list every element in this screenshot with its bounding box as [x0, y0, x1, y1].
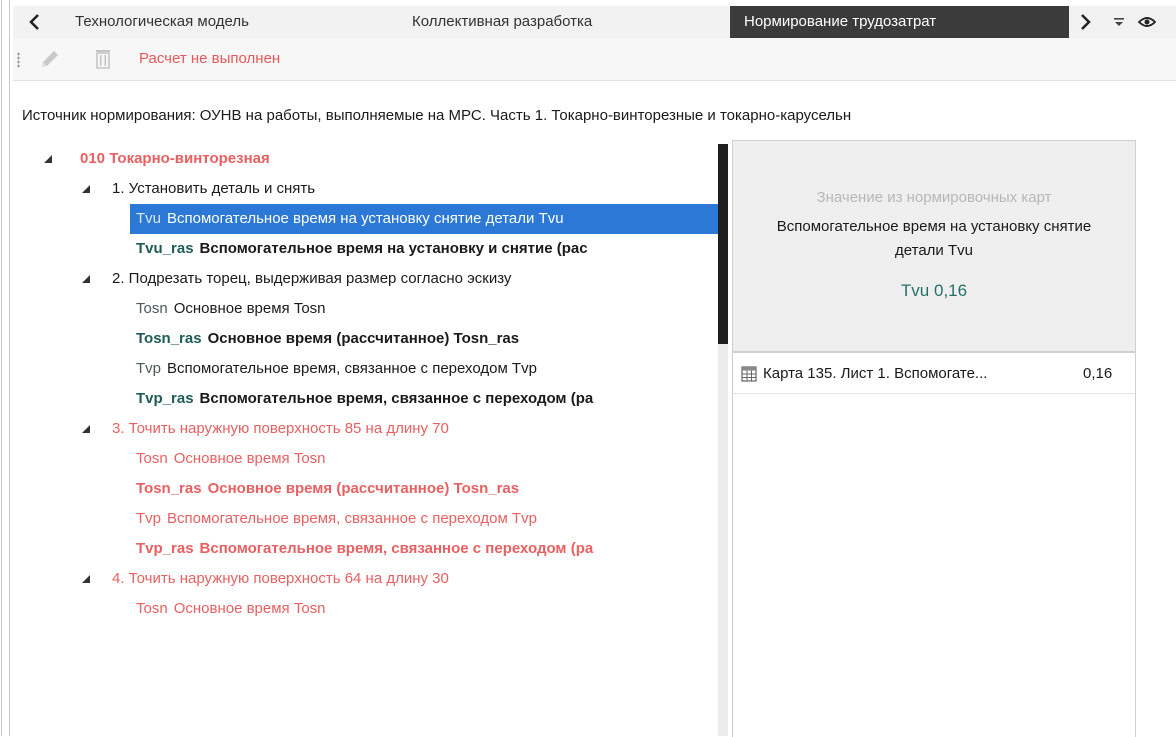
window-border-left: [1, 0, 2, 736]
param-text: Tosn_ras Основное время (рассчитанное) To…: [136, 324, 519, 354]
expander-icon[interactable]: [42, 144, 54, 174]
param-label: Вспомогательное время на установку и сня…: [199, 240, 588, 257]
edit-button[interactable]: [37, 46, 63, 72]
param-text: Tvp_ras Вспомогательное время, связанное …: [136, 384, 593, 414]
param-code: Tvu_ras: [136, 240, 194, 257]
param-code: Tosn_ras: [136, 330, 202, 347]
tab-bar: Технологическая модель Коллективная разр…: [13, 6, 1176, 38]
param-label: Основное время Tosn: [173, 600, 326, 617]
trash-icon: [96, 50, 110, 69]
tab-technological-model[interactable]: Технологическая модель: [75, 6, 249, 38]
param-label: Основное время Tosn: [173, 450, 326, 467]
param-code: Tosn_ras: [136, 480, 202, 497]
step-label: 3. Точить наружную поверхность 85 на дли…: [112, 420, 449, 437]
chevron-right-icon: [1081, 14, 1091, 30]
pencil-icon: [42, 51, 58, 67]
param-selected-text: Tvu Вспомогательное время на установку сн…: [130, 204, 718, 234]
card-value: 0,16: [1083, 365, 1113, 382]
param-label: Вспомогательное время на установку сняти…: [167, 210, 564, 227]
param-code: Tvp: [136, 360, 162, 377]
chevron-left-icon: [29, 14, 39, 30]
param-code: Tvp_ras: [136, 540, 194, 557]
toolbar: Расчет не выполнен: [13, 38, 1176, 81]
tab-list-button[interactable]: [1108, 7, 1130, 37]
step-label: 1. Установить деталь и снять: [112, 180, 316, 197]
info-value: Tvu 0,16: [900, 281, 968, 300]
card-name: Карта 135. Лист 1. Вспомогате...: [763, 365, 988, 382]
info-caption: Значение из нормировочных карт: [816, 189, 1052, 206]
param-text: Tosn Основное время Tosn: [136, 444, 326, 474]
param-code: Tvp: [136, 510, 162, 527]
toolbar-grip[interactable]: [17, 52, 20, 68]
step-label: 2. Подрезать торец, выдерживая размер со…: [112, 270, 512, 287]
param-label: Основное время (рассчитанное) Tosn_ras: [207, 330, 520, 347]
param-label: Основное время Tosn: [173, 300, 326, 317]
param-code: Tosn: [136, 600, 168, 617]
delete-button[interactable]: [90, 46, 116, 72]
table-icon: [741, 366, 757, 382]
param-label: Вспомогательное время, связанное с перех…: [167, 360, 537, 377]
operation-tree: 010 Токарно-винторезная 1. Установить де…: [32, 144, 718, 736]
details-panel: Значение из нормировочных карт Вспомогат…: [732, 140, 1136, 737]
step-label: 4. Точить наружную поверхность 64 на дли…: [112, 570, 449, 587]
tab-scroll-left-button[interactable]: [23, 7, 45, 37]
expander-icon[interactable]: [80, 174, 92, 204]
param-text: Tvp Вспомогательное время, связанное с пе…: [136, 504, 537, 534]
expander-icon[interactable]: [80, 264, 92, 294]
info-parameter-name: Вспомогательное время на установку сняти…: [776, 218, 1092, 259]
param-text: Tosn Основное время Tosn: [136, 294, 326, 324]
param-label: Вспомогательное время, связанное с перех…: [167, 510, 537, 527]
param-label: Вспомогательное время, связанное с перех…: [199, 390, 594, 407]
scrollbar-thumb[interactable]: [718, 144, 728, 344]
param-code: Tvp_ras: [136, 390, 194, 407]
eye-icon: [1138, 17, 1156, 27]
expander-icon[interactable]: [80, 414, 92, 444]
tree-scrollbar[interactable]: [718, 144, 728, 736]
param-text: Tosn Основное время Tosn: [136, 594, 326, 624]
param-text: Tvp_ras Вспомогательное время, связанное …: [136, 534, 593, 564]
param-code: Tosn: [136, 300, 168, 317]
tab-scroll-right-button[interactable]: [1075, 7, 1097, 37]
param-label: Вспомогательное время, связанное с перех…: [199, 540, 594, 557]
param-code: Tosn: [136, 450, 168, 467]
expander-icon[interactable]: [80, 564, 92, 594]
tab-labor-norming[interactable]: Нормирование трудозатрат: [730, 6, 1069, 38]
overflow-menu-icon: [1114, 18, 1124, 26]
param-text: Tvu_ras Вспомогательное время на установк…: [136, 234, 588, 264]
param-text: Tvp Вспомогательное время, связанное с пе…: [136, 354, 537, 384]
operation-label: 010 Токарно-винторезная: [80, 150, 270, 167]
norming-source: Источник нормирования: ОУНВ на работы, в…: [22, 107, 852, 124]
param-text: Tosn_ras Основное время (рассчитанное) To…: [136, 474, 519, 504]
visibility-button[interactable]: [1134, 7, 1160, 37]
calculation-status: Расчет не выполнен: [139, 50, 281, 67]
param-label: Основное время (рассчитанное) Tosn_ras: [207, 480, 520, 497]
value-info-box: Значение из нормировочных карт Вспомогат…: [733, 141, 1135, 353]
window-border-inner: [9, 0, 10, 736]
tab-collective-development[interactable]: Коллективная разработка: [412, 6, 592, 38]
card-list-item[interactable]: Карта 135. Лист 1. Вспомогате... 0,16: [733, 355, 1135, 394]
param-code: Tvu: [136, 210, 162, 227]
